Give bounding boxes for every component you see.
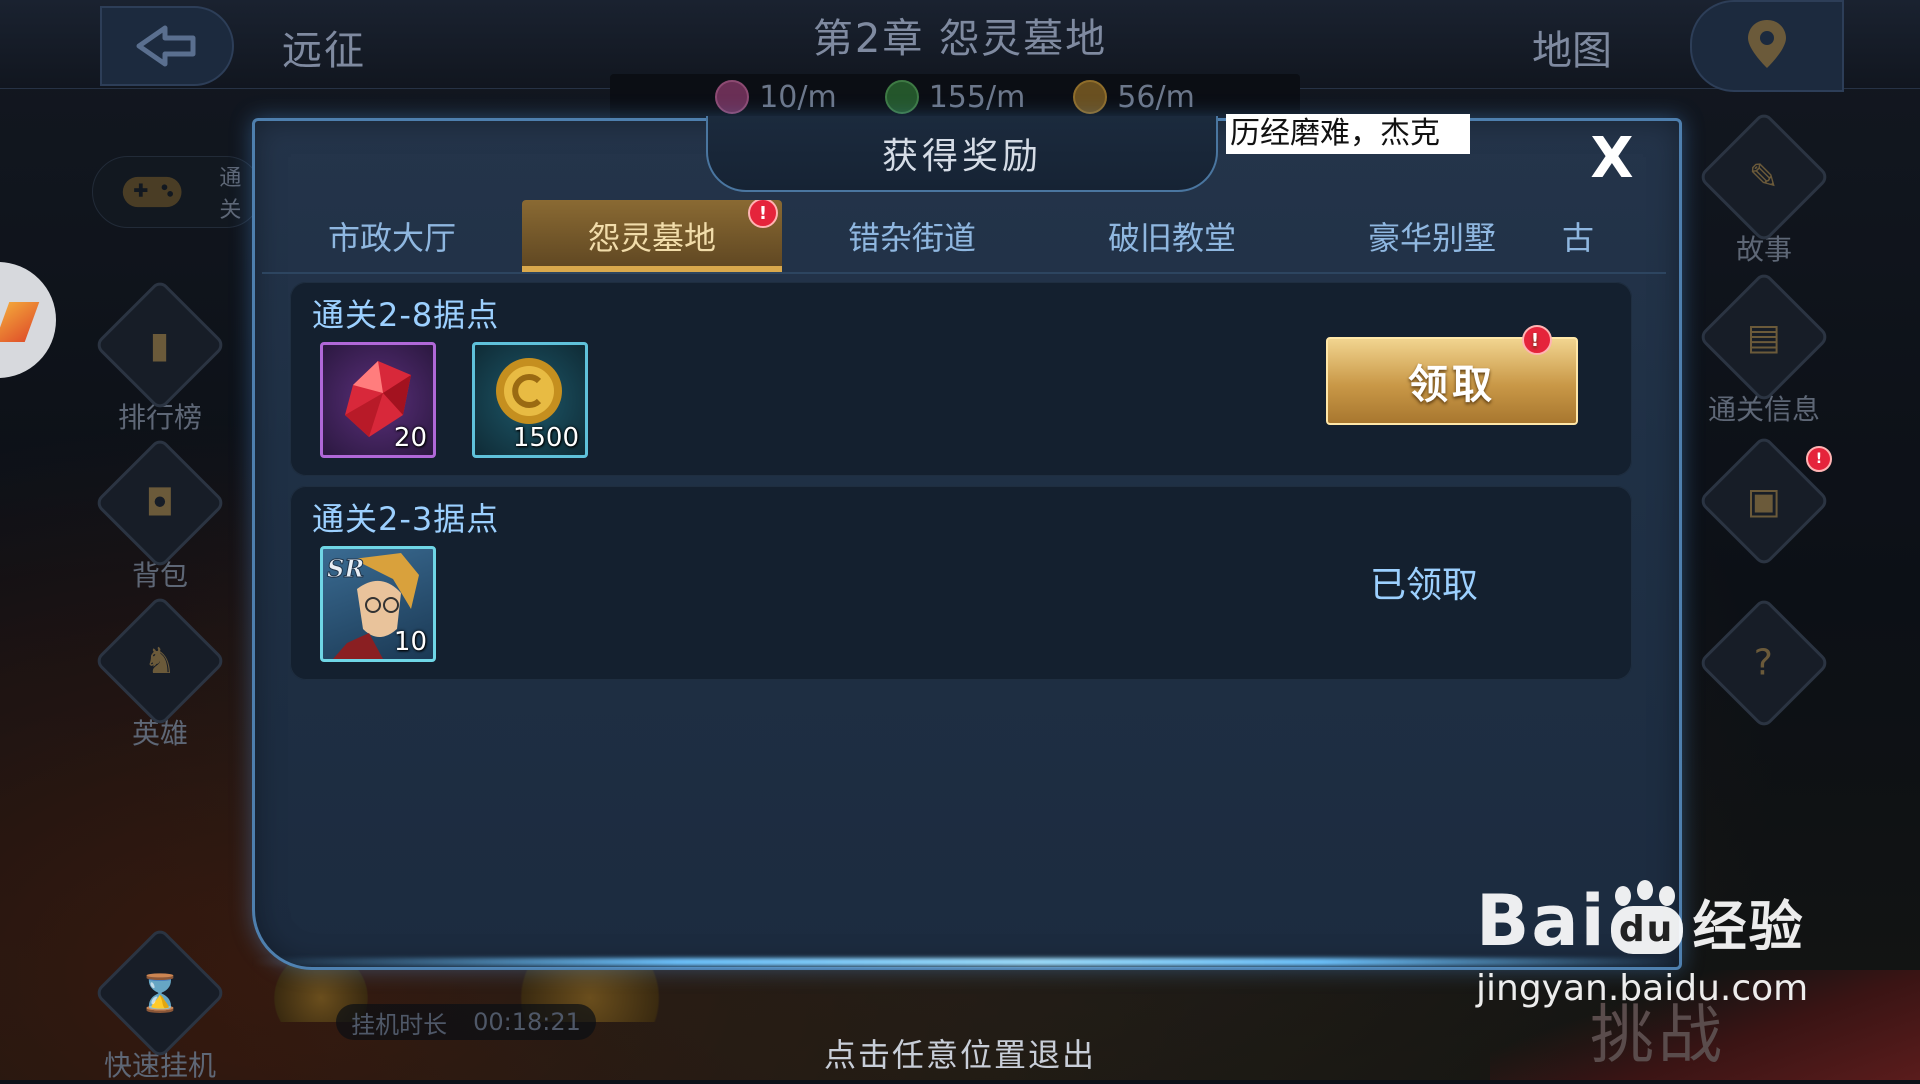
reward-row: 通关2-8据点 20 1500 领取 ! bbox=[290, 282, 1632, 476]
backpack-icon: ◘ bbox=[93, 436, 227, 570]
reward-item[interactable]: 20 bbox=[320, 342, 436, 458]
tab-label: 破旧教堂 bbox=[1107, 219, 1236, 257]
tab-label: 怨灵墓地 bbox=[587, 219, 716, 257]
rate-green: 155/m bbox=[884, 79, 1026, 115]
claimed-status: 已领取 bbox=[1370, 565, 1479, 606]
rate-value: 10/m bbox=[759, 79, 837, 115]
location-pin-icon bbox=[1748, 20, 1786, 68]
rate-value: 56/m bbox=[1117, 79, 1195, 115]
gamepad-tab[interactable]: 通关 bbox=[92, 156, 262, 228]
svg-text:SR: SR bbox=[327, 554, 364, 583]
clear-info-menu[interactable]: ▤ 通关信息 bbox=[1694, 270, 1834, 428]
map-pin-button[interactable] bbox=[1690, 0, 1844, 92]
tab-city-hall[interactable]: 市政大厅 bbox=[262, 200, 522, 272]
tab-tangled-street[interactable]: 错杂街道 bbox=[782, 200, 1042, 272]
tab-label: 豪华别墅 bbox=[1367, 219, 1496, 257]
story-menu[interactable]: ✎ 故事 bbox=[1694, 110, 1834, 268]
baidu-paw-icon: du bbox=[1607, 880, 1693, 956]
resource-rates: 10/m 155/m 56/m bbox=[610, 74, 1300, 120]
watermark-brand-right: 经验 bbox=[1692, 894, 1805, 958]
baidu-watermark: Bai du 经验 jingyan.baidu.com bbox=[1476, 880, 1836, 1040]
treasure-chest-menu[interactable]: ▣ ! bbox=[1694, 434, 1834, 568]
tab-label: 市政大厅 bbox=[327, 219, 456, 257]
tab-luxury-villa[interactable]: 豪华别墅 bbox=[1302, 200, 1562, 272]
scrolling-ticker: 历经磨难，杰克 bbox=[1226, 114, 1470, 154]
green-resource-icon bbox=[884, 80, 919, 114]
chest-alert-badge: ! bbox=[1806, 446, 1832, 472]
gamepad-icon bbox=[122, 176, 182, 208]
hero-menu[interactable]: ♞ 英雄 bbox=[90, 594, 230, 752]
watermark-brand-left: Bai bbox=[1476, 880, 1607, 962]
tab-haunted-graveyard[interactable]: 怨灵墓地 ! bbox=[522, 200, 782, 272]
close-button[interactable]: X bbox=[1582, 126, 1642, 191]
reward-row-title: 通关2-8据点 bbox=[312, 296, 500, 334]
tab-label: 错杂街道 bbox=[847, 219, 976, 257]
rate-purple: 10/m bbox=[715, 80, 837, 115]
gold-resource-icon bbox=[1073, 80, 1108, 114]
reward-row-title: 通关2-3据点 bbox=[312, 500, 500, 538]
hero-icon: ♞ bbox=[93, 594, 227, 728]
dialog-glow bbox=[252, 958, 1676, 966]
claim-button-label: 领取 bbox=[1408, 362, 1496, 408]
leaderboard-icon: ▮ bbox=[93, 278, 227, 412]
watermark-url: jingyan.baidu.com bbox=[1476, 968, 1809, 1009]
help-menu[interactable]: ? bbox=[1694, 596, 1834, 730]
item-quantity: 20 bbox=[393, 423, 427, 453]
reward-row: 通关2-3据点 SR 10 已领取 bbox=[290, 486, 1632, 680]
reward-item[interactable]: 1500 bbox=[472, 342, 588, 458]
tab-old-church[interactable]: 破旧教堂 bbox=[1042, 200, 1302, 272]
notebook-icon: ▤ bbox=[1697, 270, 1831, 404]
reward-item[interactable]: SR 10 bbox=[320, 546, 436, 662]
tab-ancient[interactable]: 古 bbox=[1562, 200, 1632, 272]
leaderboard-menu[interactable]: ▮ 排行榜 bbox=[90, 278, 230, 436]
area-tabs: 市政大厅 怨灵墓地 ! 错杂街道 破旧教堂 豪华别墅 古 bbox=[262, 200, 1666, 274]
question-icon: ? bbox=[1697, 596, 1831, 730]
item-quantity: 10 bbox=[393, 627, 427, 657]
purple-resource-icon bbox=[715, 80, 750, 114]
chapter-title: 第2章 怨灵墓地 bbox=[812, 16, 1108, 62]
map-label[interactable]: 地图 bbox=[1532, 18, 1612, 76]
tab-label: 古 bbox=[1562, 219, 1595, 257]
bag-menu[interactable]: ◘ 背包 bbox=[90, 436, 230, 594]
rate-value: 155/m bbox=[928, 79, 1026, 115]
item-quantity: 1500 bbox=[512, 423, 579, 453]
watermark-brand-paw: du bbox=[1610, 906, 1683, 954]
rate-gold: 56/m bbox=[1073, 80, 1195, 115]
story-book-icon: ✎ bbox=[1697, 110, 1831, 244]
claim-button[interactable]: 领取 ! bbox=[1326, 325, 1578, 425]
dialog-title: 获得奖励 bbox=[706, 116, 1218, 192]
claim-alert-badge: ! bbox=[1522, 325, 1552, 355]
tab-alert-badge: ! bbox=[748, 200, 778, 228]
